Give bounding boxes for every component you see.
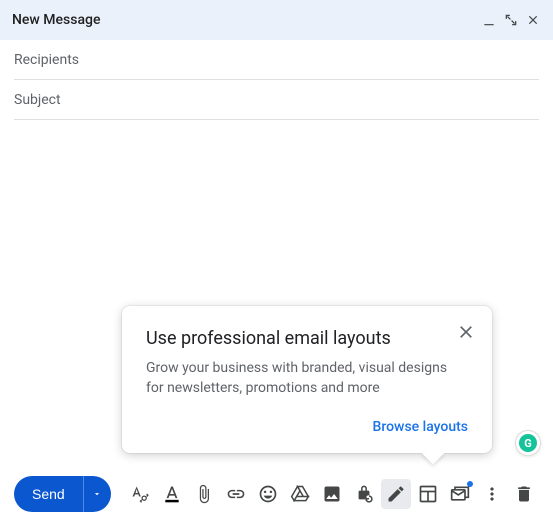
image-icon[interactable] (317, 479, 347, 509)
grammarly-badge[interactable]: G (515, 430, 541, 456)
tooltip-title: Use professional email layouts (146, 328, 468, 349)
window-controls (481, 12, 541, 28)
page-title: New Message (12, 12, 100, 28)
compose-header: New Message (0, 0, 553, 40)
text-color-icon[interactable] (157, 479, 187, 509)
subject-field[interactable]: Subject (14, 80, 539, 120)
layouts-tooltip: Use professional email layouts Grow your… (122, 306, 492, 453)
signature-icon[interactable] (381, 479, 411, 509)
confidential-icon[interactable] (349, 479, 379, 509)
tooltip-action-row: Browse layouts (146, 416, 468, 435)
send-group: Send (14, 476, 111, 512)
fullscreen-icon[interactable] (503, 12, 519, 28)
tooltip-close-icon[interactable] (456, 322, 476, 346)
emoji-icon[interactable] (253, 479, 283, 509)
browse-layouts-button[interactable]: Browse layouts (373, 419, 469, 435)
recipients-field[interactable]: Recipients (14, 40, 539, 80)
toolbar-icons (125, 479, 477, 509)
minimize-icon[interactable] (481, 12, 497, 28)
formatting-icon[interactable] (125, 479, 155, 509)
multisend-icon[interactable] (445, 479, 475, 509)
more-options-icon[interactable] (477, 479, 507, 509)
tooltip-arrow (422, 442, 445, 465)
subject-placeholder: Subject (14, 92, 61, 108)
send-button[interactable]: Send (14, 476, 83, 512)
close-icon[interactable] (525, 12, 541, 28)
layouts-icon[interactable] (413, 479, 443, 509)
discard-icon[interactable] (509, 479, 539, 509)
right-toolbar (477, 479, 539, 509)
badge-dot (467, 481, 473, 487)
send-options-button[interactable] (83, 476, 111, 512)
tooltip-body: Grow your business with branded, visual … (146, 359, 468, 398)
recipients-placeholder: Recipients (14, 52, 79, 68)
attach-icon[interactable] (189, 479, 219, 509)
grammarly-icon: G (519, 434, 537, 452)
drive-icon[interactable] (285, 479, 315, 509)
link-icon[interactable] (221, 479, 251, 509)
compose-toolbar: Send (0, 466, 553, 522)
